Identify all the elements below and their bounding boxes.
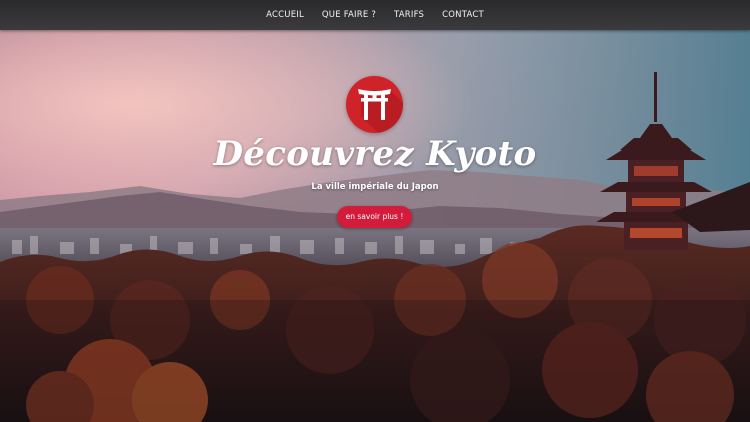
nav-link-accueil[interactable]: ACCUEIL [257,0,313,30]
hero-subtitle: La ville impériale du Japon [311,182,439,192]
top-navigation: ACCUEIL QUE FAIRE ? TARIFS CONTACT [0,0,750,30]
torii-gate-icon [346,76,403,133]
hero-section: Découvrez Kyoto La ville impériale du Ja… [0,0,750,422]
hero-title: Découvrez Kyoto [213,134,537,174]
nav-menu: ACCUEIL QUE FAIRE ? TARIFS CONTACT [257,0,493,30]
nav-link-contact[interactable]: CONTACT [433,0,493,30]
nav-link-que-faire[interactable]: QUE FAIRE ? [313,0,385,30]
landing-page: ACCUEIL QUE FAIRE ? TARIFS CONTACT Décou… [0,0,750,422]
en-savoir-plus-button[interactable]: en savoir plus ! [337,206,412,228]
nav-link-tarifs[interactable]: TARIFS [385,0,433,30]
